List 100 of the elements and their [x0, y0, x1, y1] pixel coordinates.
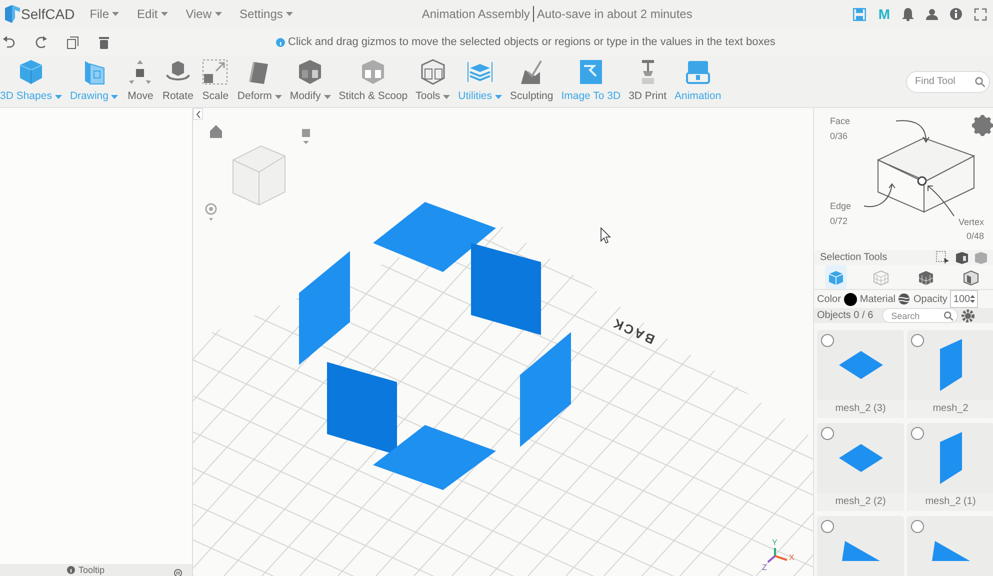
mesh-plate[interactable] — [373, 202, 496, 272]
caret-icon — [495, 95, 502, 99]
caret-icon — [274, 95, 282, 99]
color-swatch[interactable] — [844, 292, 857, 306]
material-sphere-icon[interactable] — [898, 293, 910, 305]
object-name: mesh_2 (1) — [907, 493, 993, 511]
mesh-plate[interactable] — [373, 425, 496, 490]
object-name: mesh_2 — [907, 400, 993, 418]
vertex-arrow — [928, 186, 954, 216]
object-name: mesh_2 (3) — [817, 400, 904, 418]
settings-icon[interactable] — [961, 308, 976, 322]
fullscreen-icon[interactable] — [974, 8, 987, 20]
menu-item[interactable]: Edit — [128, 5, 177, 23]
info-icon — [67, 566, 76, 574]
object-card[interactable]: mesh_2 — [907, 330, 993, 418]
box-select-icon[interactable] — [955, 251, 968, 264]
tool-button[interactable]: Image To 3D — [561, 58, 621, 105]
mesh-plate[interactable] — [327, 362, 397, 455]
opacity-spinner[interactable]: 100 — [950, 290, 978, 308]
tool-button[interactable]: Move — [126, 58, 154, 105]
vertex-label: Vertex — [958, 217, 984, 227]
mesh-plate[interactable] — [299, 251, 350, 365]
undo-icon[interactable] — [3, 36, 15, 48]
tool-button[interactable]: Animation — [674, 58, 722, 105]
document-title: Animation Assembly — [422, 6, 530, 23]
copy-icon[interactable] — [67, 36, 79, 48]
shaded-cube-icon — [962, 270, 979, 286]
caret-icon — [443, 95, 450, 99]
mesh-plate[interactable] — [471, 243, 541, 335]
radio-button[interactable] — [911, 427, 924, 440]
collapse-button[interactable] — [193, 108, 203, 120]
search-icon[interactable] — [944, 311, 954, 320]
object-card[interactable]: mesh_2 (1) — [907, 423, 993, 511]
autosave-status: Auto-save in about 2 minutes — [536, 6, 692, 23]
tool-button[interactable]: Drawing — [70, 58, 118, 105]
mesh-thumbnail — [932, 541, 970, 561]
solid-cube-icon — [828, 270, 844, 286]
radio-button[interactable] — [821, 334, 834, 347]
light-icon[interactable] — [302, 129, 310, 144]
menu-item[interactable]: Settings — [230, 5, 302, 23]
object-card[interactable]: mesh_2 (3) — [817, 330, 904, 418]
axis-label: X — [789, 553, 794, 562]
home-icon[interactable] — [210, 125, 222, 138]
tool-button[interactable]: Utilities — [458, 58, 502, 105]
tool-button[interactable]: Rotate — [162, 58, 194, 105]
radio-button[interactable] — [911, 334, 924, 347]
tool-button[interactable]: 3D Shapes — [0, 58, 62, 105]
axis-gizmo — [767, 548, 788, 563]
tool-button[interactable]: Stitch & Scoop — [338, 58, 408, 105]
info-icon — [276, 38, 285, 46]
axis-label: Y — [772, 538, 778, 547]
tool-button[interactable]: Deform — [237, 58, 282, 105]
mesh-plate[interactable] — [520, 332, 571, 447]
trash-icon[interactable] — [99, 36, 109, 48]
user-icon[interactable] — [926, 8, 938, 20]
settings-icon[interactable] — [972, 115, 993, 136]
lasso-select-icon[interactable] — [936, 251, 949, 264]
camera-icon[interactable] — [205, 203, 217, 221]
caret-icon — [54, 95, 62, 99]
bell-icon[interactable] — [902, 8, 914, 20]
scale-icon — [201, 58, 230, 86]
tool-button[interactable]: 3D Print — [628, 58, 666, 105]
tool-button[interactable]: Sculpting — [510, 58, 554, 105]
menu-item[interactable]: File — [80, 5, 128, 23]
save-icon[interactable] — [853, 8, 866, 20]
chevron-icon — [196, 110, 200, 118]
caret-icon — [324, 95, 331, 99]
caret-icon — [214, 12, 222, 16]
radio-button[interactable] — [821, 520, 834, 533]
find-tool-field[interactable]: Find Tool — [906, 70, 990, 92]
mesh-thumbnail — [940, 339, 962, 391]
search-field[interactable]: Search — [882, 308, 958, 323]
voxel-cube-icon — [918, 270, 934, 286]
menu-item[interactable]: View — [176, 5, 231, 23]
redo-icon[interactable] — [35, 36, 47, 48]
search-icon[interactable] — [975, 76, 985, 86]
face-count: 0/36 — [830, 131, 848, 141]
radio-button[interactable] — [821, 427, 834, 440]
app-name: SelfCAD — [21, 4, 75, 24]
logo-icon — [3, 5, 21, 23]
caret-icon — [160, 12, 168, 16]
object-name: mesh_2 (2) — [817, 493, 904, 511]
tooltip-bar[interactable]: Tooltip — [0, 564, 192, 576]
selection-tools-label: Selection Tools — [820, 251, 888, 265]
spinner-arrows-icon[interactable] — [970, 294, 976, 304]
tool-button[interactable]: Tools — [416, 58, 450, 105]
pause-icon[interactable] — [174, 568, 182, 576]
tool-button[interactable]: Scale — [201, 58, 230, 105]
object-card[interactable]: mesh_2 (2) — [817, 423, 904, 511]
material-label: Material — [860, 292, 896, 306]
m-button[interactable]: M — [878, 7, 890, 21]
info-icon[interactable] — [950, 8, 962, 20]
axis-label: Z — [762, 563, 767, 572]
wireframe-cube-icon — [873, 270, 890, 286]
vertex-count: 0/48 — [966, 231, 984, 241]
radio-button[interactable] — [911, 520, 924, 533]
objects-count: Objects 0 / 6 — [817, 309, 874, 323]
caret-icon — [111, 95, 118, 99]
caret-icon — [286, 12, 293, 16]
tool-button[interactable]: Modify — [290, 58, 331, 105]
